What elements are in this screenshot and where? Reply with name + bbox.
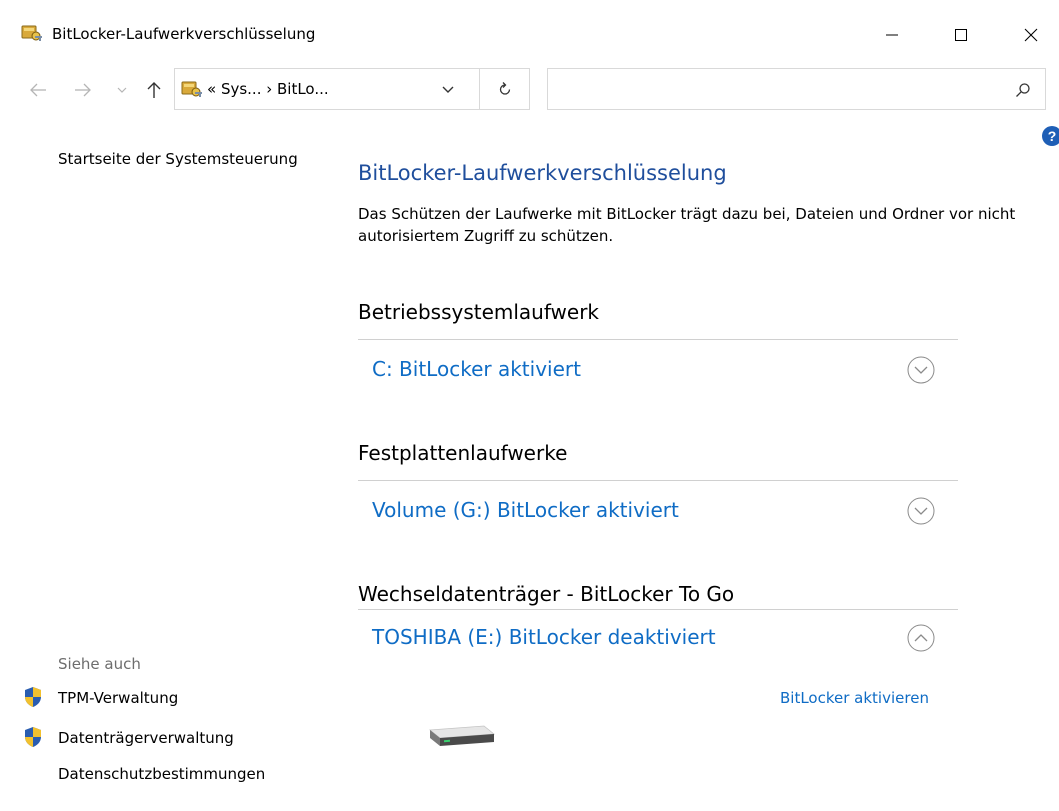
recent-locations-button[interactable] [114, 76, 130, 104]
page-title: BitLocker-Laufwerkverschlüsselung [358, 161, 727, 185]
see-also-label: Siehe auch [58, 655, 141, 673]
chevron-down-icon [117, 87, 127, 93]
section-heading-os-drive: Betriebssystemlaufwerk [358, 300, 600, 324]
removable-drive-icon [428, 725, 496, 746]
address-bar[interactable]: « Sys... › BitLo... [174, 68, 480, 110]
section-divider [358, 480, 958, 481]
maximize-button[interactable] [938, 18, 984, 52]
search-input[interactable] [547, 68, 1046, 110]
tpm-management-link[interactable]: TPM-Verwaltung [58, 689, 178, 707]
window-title: BitLocker-Laufwerkverschlüsselung [52, 25, 316, 43]
minimize-button[interactable] [869, 18, 915, 52]
minimize-icon [886, 34, 898, 36]
maximize-icon [955, 29, 967, 41]
address-path[interactable]: « Sys... › BitLo... [207, 80, 329, 98]
section-heading-removable-drives: Wechseldatenträger - BitLocker To Go [358, 582, 735, 606]
arrow-right-icon [75, 83, 91, 97]
drive-link-e[interactable]: TOSHIBA (E:) BitLocker deaktiviert [372, 625, 716, 649]
navigation-bar: « Sys... › BitLo... [0, 68, 1059, 112]
drive-link-c[interactable]: C: BitLocker aktiviert [372, 357, 581, 381]
uac-shield-icon [25, 687, 41, 707]
section-divider [358, 609, 958, 610]
forward-button[interactable] [71, 76, 95, 104]
title-bar: BitLocker-Laufwerkverschlüsselung [0, 0, 1059, 68]
refresh-icon [499, 82, 510, 95]
drive-link-g[interactable]: Volume (G:) BitLocker aktiviert [372, 498, 679, 522]
bitlocker-key-icon [181, 81, 202, 97]
arrow-up-icon [147, 82, 161, 98]
close-icon [1024, 28, 1038, 42]
disk-management-link[interactable]: Datenträgerverwaltung [58, 729, 234, 747]
collapse-chevron-icon[interactable] [906, 623, 936, 653]
close-button[interactable] [1008, 18, 1054, 52]
uac-shield-icon [25, 727, 41, 747]
activate-bitlocker-link[interactable]: BitLocker aktivieren [780, 689, 929, 707]
back-button[interactable] [26, 76, 50, 104]
chevron-down-icon[interactable] [441, 83, 455, 97]
bitlocker-key-icon [21, 25, 42, 41]
up-button[interactable] [143, 76, 165, 104]
expand-chevron-icon[interactable] [906, 355, 936, 385]
expand-chevron-icon[interactable] [906, 496, 936, 526]
help-button[interactable]: ? [1042, 126, 1059, 146]
section-heading-fixed-drives: Festplattenlaufwerke [358, 441, 568, 465]
page-description: Das Schützen der Laufwerke mit BitLocker… [358, 205, 1016, 245]
section-divider [358, 339, 958, 340]
control-panel-home-link[interactable]: Startseite der Systemsteuerung [58, 150, 298, 168]
search-icon[interactable] [1015, 82, 1031, 98]
arrow-left-icon [30, 83, 46, 97]
refresh-button[interactable] [480, 68, 530, 110]
privacy-statement-link[interactable]: Datenschutzbestimmungen [58, 765, 265, 783]
